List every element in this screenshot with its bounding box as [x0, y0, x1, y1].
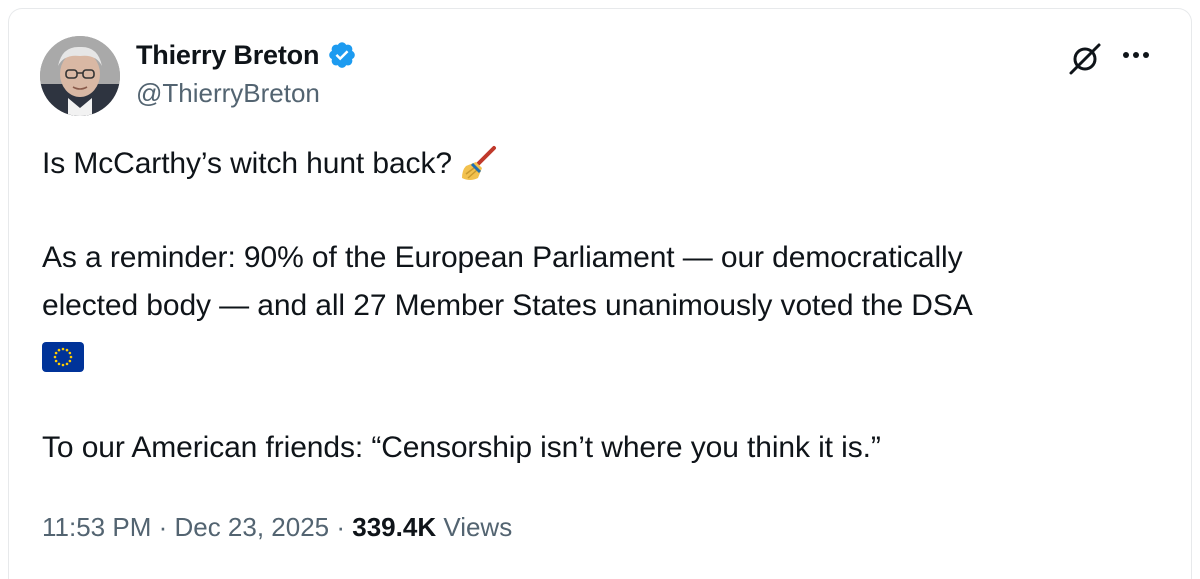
tweet-text-line-3: elected body — and all 27 Member States … [42, 289, 973, 322]
meta-separator: · [151, 512, 175, 542]
tweet-meta: 11:53 PM · Dec 23, 2025 · 339.4K Views [42, 510, 512, 544]
tweet-time[interactable]: 11:53 PM [42, 512, 151, 542]
verified-badge-icon[interactable] [327, 40, 357, 70]
views-label: Views [443, 512, 513, 542]
tweet-text-line-5: To our American friends: “Censorship isn… [42, 431, 881, 464]
author-handle[interactable]: @ThierryBreton [136, 78, 320, 109]
eu-flag-emoji-icon [42, 342, 84, 372]
meta-separator: · [329, 512, 353, 542]
grok-icon[interactable] [1066, 40, 1104, 78]
broom-emoji-icon [458, 144, 500, 184]
avatar[interactable] [40, 36, 120, 116]
more-options-icon[interactable] [1116, 40, 1156, 70]
tweet-text-line-2: As a reminder: 90% of the European Parli… [42, 241, 963, 274]
views-count[interactable]: 339.4K [352, 512, 436, 542]
tweet-text-line-1: Is McCarthy’s witch hunt back? [42, 144, 500, 184]
tweet-text-question: Is McCarthy’s witch hunt back? [42, 147, 452, 180]
tweet-date[interactable]: Dec 23, 2025 [174, 512, 329, 542]
author-name-row: Thierry Breton [136, 38, 357, 72]
author-display-name[interactable]: Thierry Breton [136, 40, 319, 71]
